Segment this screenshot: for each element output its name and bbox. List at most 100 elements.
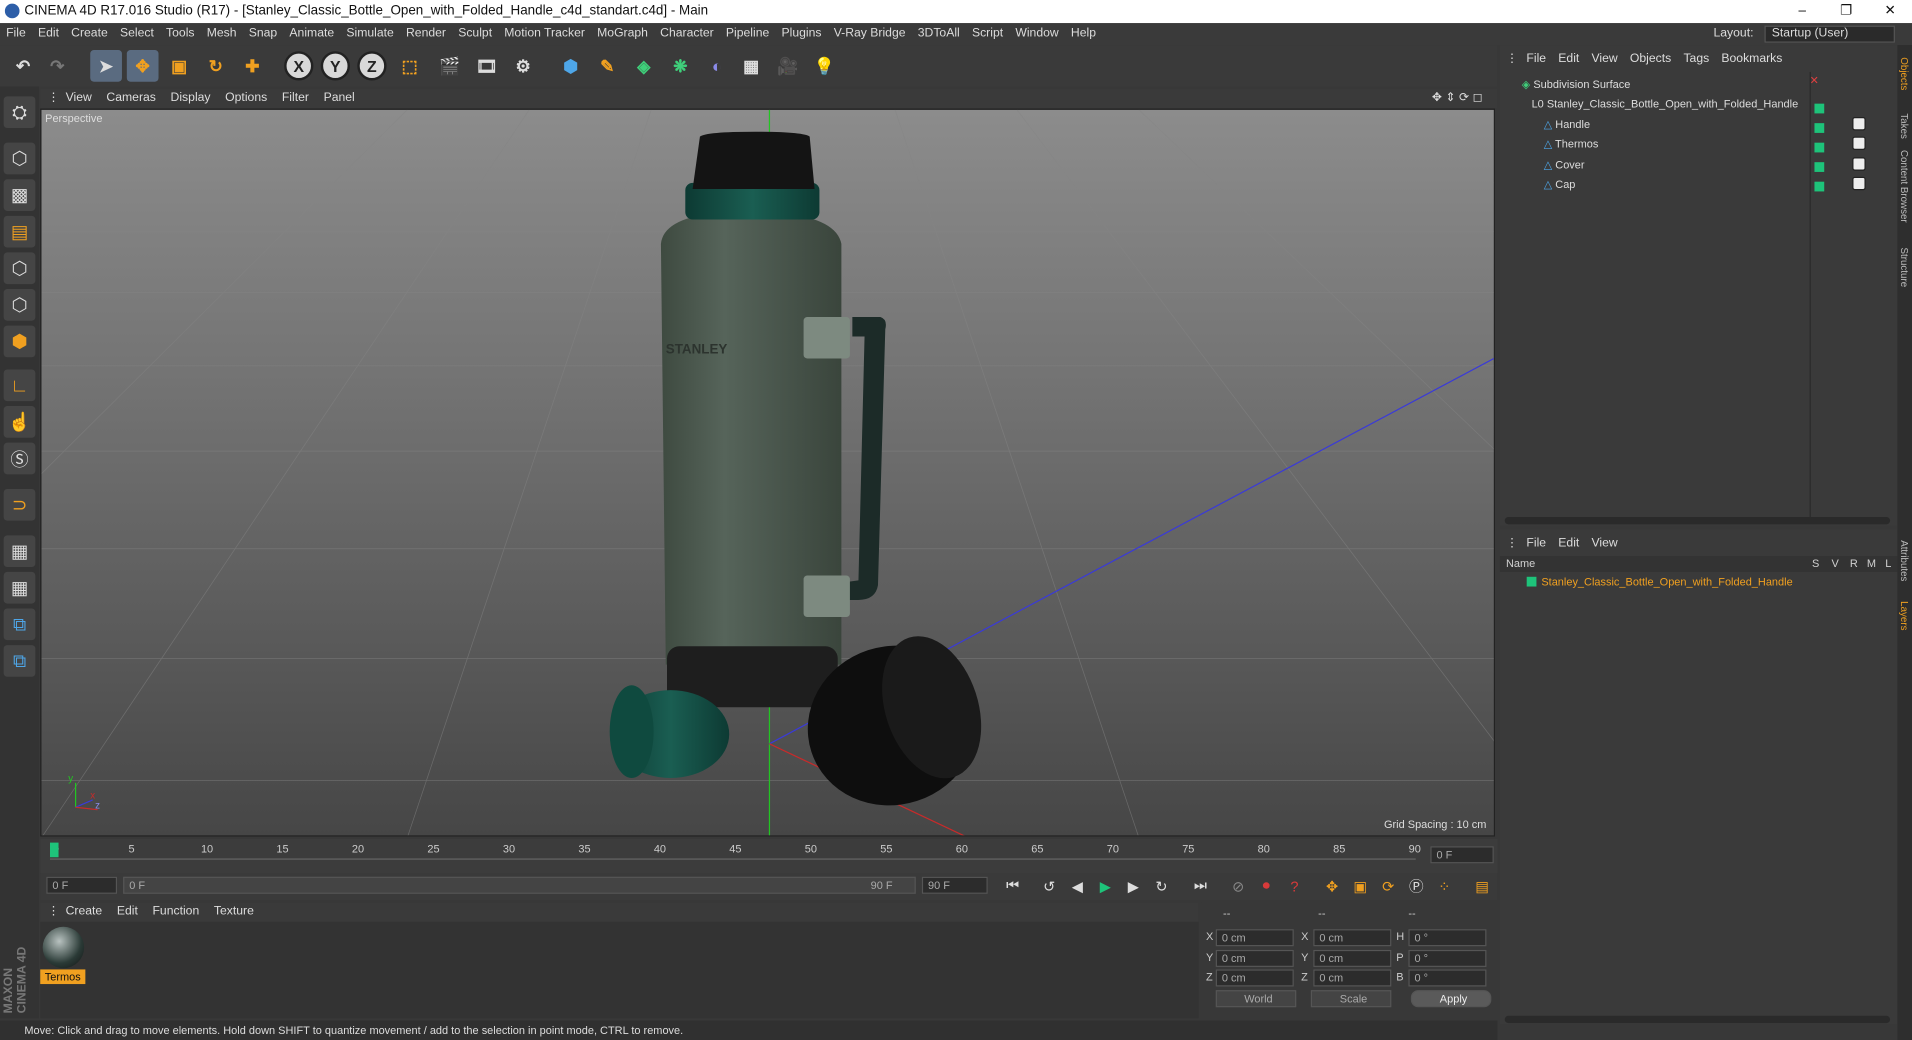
move-tool-icon[interactable]: ✥: [126, 49, 159, 82]
transform-tool-icon[interactable]: ✚: [237, 50, 269, 82]
redo-icon[interactable]: ↷: [41, 50, 73, 82]
coord-value-field[interactable]: 0 cm: [1215, 949, 1294, 967]
menu-simulate[interactable]: Simulate: [340, 23, 400, 45]
make-editable-icon[interactable]: ⛭: [3, 96, 36, 129]
menu-select[interactable]: Select: [114, 23, 160, 45]
close-button[interactable]: ✕: [1868, 0, 1912, 23]
y-axis-lock-button[interactable]: Y: [320, 51, 350, 81]
camera-icon[interactable]: 🎥: [772, 50, 804, 82]
key-param-icon[interactable]: Ⓟ: [1404, 873, 1430, 899]
menu-sculpt[interactable]: Sculpt: [452, 23, 498, 45]
coord-value-field[interactable]: 0 cm: [1313, 969, 1392, 987]
lm-menu-file[interactable]: File: [1520, 534, 1552, 554]
workplane-planar-icon[interactable]: ▦: [3, 571, 36, 604]
object-row-cover[interactable]: △ Cover: [1500, 155, 1898, 175]
coord-value-field[interactable]: 0 °: [1408, 929, 1487, 947]
frame-range-slider[interactable]: 0 F 90 F: [123, 876, 916, 894]
menu-motion-tracker[interactable]: Motion Tracker: [498, 23, 591, 45]
polygons-mode-icon[interactable]: ⬢: [3, 325, 36, 358]
menu-pipeline[interactable]: Pipeline: [720, 23, 776, 45]
menu-vray-bridge[interactable]: V-Ray Bridge: [828, 23, 912, 45]
menu-edit[interactable]: Edit: [32, 23, 65, 45]
phong-tag-icon[interactable]: [1852, 136, 1866, 150]
coord-value-field[interactable]: 0 °: [1408, 949, 1487, 967]
model-mode-icon[interactable]: ⬡: [3, 142, 36, 175]
light-icon[interactable]: 💡: [808, 50, 840, 82]
material-ball[interactable]: [42, 926, 85, 969]
lm-horizontal-scrollbar[interactable]: [1504, 1015, 1891, 1024]
menu-window[interactable]: Window: [1009, 23, 1065, 45]
texture-mode-icon[interactable]: ▩: [3, 179, 36, 211]
workplane-mode-icon[interactable]: ▤: [3, 215, 36, 248]
object-row-subdivision[interactable]: ◈ Subdivision Surface: [1500, 74, 1898, 94]
coord-value-field[interactable]: 0 cm: [1215, 929, 1294, 947]
phong-tag-icon[interactable]: [1852, 117, 1866, 131]
om-menu-bookmarks[interactable]: Bookmarks: [1715, 50, 1788, 70]
mat-menu-texture[interactable]: Texture: [207, 902, 262, 922]
prev-frame-icon[interactable]: ◀: [1065, 873, 1091, 899]
apply-button[interactable]: Apply: [1410, 990, 1492, 1008]
play-icon[interactable]: ▶: [1093, 873, 1119, 899]
coord-value-field[interactable]: 0 cm: [1313, 929, 1392, 947]
axis-mode-icon[interactable]: ∟: [3, 369, 36, 402]
tab-structure[interactable]: Structure: [1899, 248, 1910, 288]
om-menu-edit[interactable]: Edit: [1552, 50, 1585, 70]
coord-value-field[interactable]: 0 cm: [1313, 949, 1392, 967]
mat-menu-create[interactable]: Create: [58, 902, 109, 922]
goto-end-icon[interactable]: ⏭: [1188, 873, 1214, 899]
lock-workplane-icon[interactable]: ▦: [3, 535, 36, 568]
playhead-marker[interactable]: [49, 842, 59, 858]
snap-settings-icon[interactable]: Ⓢ: [3, 442, 36, 475]
size-mode-select[interactable]: Scale: [1310, 990, 1392, 1008]
menu-animate[interactable]: Animate: [283, 23, 340, 45]
menu-render[interactable]: Render: [400, 23, 452, 45]
menu-mesh[interactable]: Mesh: [201, 23, 243, 45]
next-key-icon[interactable]: ↻: [1149, 873, 1175, 899]
edges-mode-icon[interactable]: ⬡: [3, 288, 36, 321]
visibility-dot[interactable]: [1814, 181, 1825, 192]
select-tool-icon[interactable]: ➤: [90, 49, 122, 82]
floor-scene-icon[interactable]: ▦: [735, 50, 767, 82]
menu-snap[interactable]: Snap: [243, 23, 284, 45]
coord-mode-select[interactable]: World: [1215, 990, 1297, 1008]
goto-start-icon[interactable]: ⏮: [1000, 873, 1026, 899]
om-menu-tags[interactable]: Tags: [1677, 50, 1715, 70]
vp-menu-options[interactable]: Options: [218, 89, 275, 109]
vp-menu-panel[interactable]: Panel: [316, 89, 362, 109]
om-horizontal-scrollbar[interactable]: [1504, 517, 1891, 525]
lm-menu-view[interactable]: View: [1585, 534, 1623, 554]
menu-tools[interactable]: Tools: [160, 23, 201, 45]
undo-icon[interactable]: ↶: [7, 50, 39, 82]
deformer-icon[interactable]: ◐: [701, 50, 733, 82]
timeline-ruler[interactable]: 051015202530354045505560657075808590 0 F: [40, 838, 1498, 874]
record-icon[interactable]: ⏺: [1254, 873, 1280, 899]
menu-help[interactable]: Help: [1065, 23, 1102, 45]
object-row-group[interactable]: L0 Stanley_Classic_Bottle_Open_with_Fold…: [1500, 94, 1898, 114]
object-row-thermos[interactable]: △ Thermos: [1500, 134, 1898, 154]
restore-button[interactable]: ❐: [1824, 0, 1868, 23]
x-axis-lock-button[interactable]: X: [284, 51, 314, 81]
viewport-nav-icons[interactable]: ✥ ⇕ ⟳ ◻: [1425, 89, 1491, 109]
tab-layers[interactable]: Layers: [1899, 601, 1910, 630]
om-menu-file[interactable]: File: [1520, 50, 1552, 70]
object-row-cap[interactable]: △ Cap: [1500, 174, 1898, 194]
next-frame-icon[interactable]: ▶: [1121, 873, 1147, 899]
tab-content-browser[interactable]: Content Browser: [1899, 150, 1910, 223]
pen-spline-icon[interactable]: ✎: [591, 50, 623, 82]
vp-menu-cameras[interactable]: Cameras: [99, 89, 163, 109]
autokey-icon[interactable]: ?: [1282, 873, 1308, 899]
deactivated-icon[interactable]: ✕: [1810, 74, 1819, 87]
visibility-dot[interactable]: [1814, 142, 1825, 153]
current-frame-field[interactable]: 0 F: [1430, 846, 1494, 864]
tab-takes[interactable]: Takes: [1899, 113, 1910, 138]
points-mode-icon[interactable]: ⬡: [3, 252, 36, 285]
prev-key-icon[interactable]: ↺: [1036, 873, 1062, 899]
coord-value-field[interactable]: 0 cm: [1215, 969, 1294, 987]
visibility-dot[interactable]: [1814, 123, 1825, 133]
render-view-icon[interactable]: 🎬: [434, 50, 466, 82]
layout-select[interactable]: Startup (User): [1764, 25, 1895, 43]
om-menu-objects[interactable]: Objects: [1624, 50, 1678, 70]
subdivision-surface-icon[interactable]: ◈: [628, 50, 660, 82]
menu-mograph[interactable]: MoGraph: [591, 23, 654, 45]
tweak-mode-icon[interactable]: ☝: [3, 406, 36, 438]
